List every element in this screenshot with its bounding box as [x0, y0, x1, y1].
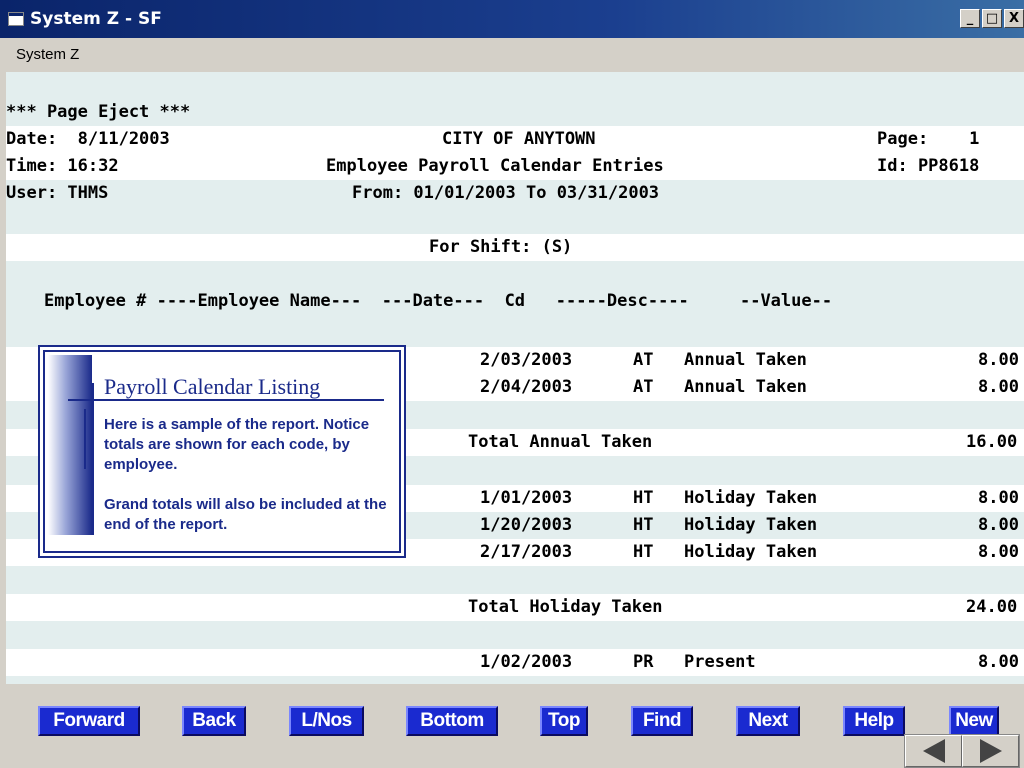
row-desc: Annual Taken	[684, 377, 807, 397]
slide-nav	[904, 734, 1020, 768]
row-code: HT	[633, 542, 654, 562]
row-value: 8.00	[978, 515, 1019, 535]
column-header: Employee # ----Employee Name--- ---Date-…	[44, 291, 833, 311]
row-date: 2/03/2003	[480, 350, 573, 370]
row-value: 8.00	[978, 542, 1019, 562]
callout-vertical-line	[92, 383, 94, 535]
next-slide-icon	[979, 739, 1002, 763]
maximize-button[interactable]: □	[982, 9, 1002, 28]
menu-system[interactable]: System Z	[16, 46, 79, 63]
total-label: Total Holiday Taken	[468, 597, 663, 617]
row-value: 8.00	[978, 488, 1019, 508]
total-value: 16.00	[966, 432, 1018, 452]
row-date: 2/04/2003	[480, 377, 573, 397]
column-header-line: Employee # ----Employee Name--- ---Date-…	[6, 288, 1024, 315]
total-row: Total Holiday Taken 24.00	[6, 594, 1024, 621]
next-button[interactable]: Next	[736, 706, 800, 736]
menu-bar: System Z	[0, 38, 1024, 71]
find-button[interactable]: Find	[631, 706, 693, 736]
row-code: AT	[633, 377, 654, 397]
row-code: HT	[633, 488, 654, 508]
window-icon	[8, 12, 24, 26]
prev-slide-button[interactable]	[905, 735, 962, 767]
row-code: HT	[633, 515, 654, 535]
minimize-button[interactable]: _	[960, 9, 980, 28]
row-desc: Holiday Taken	[684, 542, 818, 562]
row-desc: Holiday Taken	[684, 488, 818, 508]
help-button[interactable]: Help	[843, 706, 905, 736]
title-bar: System Z - SF _ □ X	[0, 0, 1024, 38]
header-line-3: User: THMS From: 01/01/2003 To 03/31/200…	[6, 180, 1024, 207]
close-button[interactable]: X	[1004, 9, 1024, 28]
row-desc: Holiday Taken	[684, 515, 818, 535]
row-desc: Annual Taken	[684, 350, 807, 370]
callout-vertical-line	[84, 409, 86, 469]
report-time: Time: 16:32	[6, 156, 119, 176]
shift-line: For Shift: (S)	[6, 234, 1024, 261]
row-value: 8.00	[978, 350, 1019, 370]
callout-paragraph: Here is a sample of the report. Notice t…	[104, 416, 370, 473]
report-id: Id: PP8618	[877, 156, 980, 176]
page-eject-line: *** Page Eject ***	[6, 99, 1024, 126]
new-button[interactable]: New	[949, 706, 999, 736]
function-key-bar: Forward Back L/Nos Bottom Top Find Next …	[0, 706, 1024, 738]
report-title: Employee Payroll Calendar Entries	[326, 156, 664, 176]
lnos-button[interactable]: L/Nos	[289, 706, 364, 736]
row-date: 1/02/2003	[480, 652, 573, 672]
callout-paragraph: Grand totals will also be included at th…	[104, 496, 387, 533]
row-value: 8.00	[978, 652, 1019, 672]
header-line-2: Time: 16:32 Employee Payroll Calendar En…	[6, 153, 1024, 180]
top-button[interactable]: Top	[540, 706, 588, 736]
row-desc: Present	[684, 652, 756, 672]
page-eject-text: *** Page Eject ***	[6, 102, 191, 122]
report-shift: For Shift: (S)	[429, 237, 573, 257]
row-code: AT	[633, 350, 654, 370]
prev-slide-icon	[922, 739, 945, 763]
report-range: From: 01/01/2003 To 03/31/2003	[352, 183, 660, 203]
window-title: System Z - SF	[30, 9, 162, 29]
next-slide-button[interactable]	[962, 735, 1019, 767]
bottom-button[interactable]: Bottom	[406, 706, 498, 736]
row-date: 2/17/2003	[480, 542, 573, 562]
callout-title: Payroll Calendar Listing	[104, 374, 321, 399]
report-date: Date: 8/11/2003	[6, 129, 170, 149]
callout-box: Payroll Calendar Listing Here is a sampl…	[38, 345, 406, 558]
back-button[interactable]: Back	[182, 706, 246, 736]
table-row: 1/02/2003 PR Present 8.00	[6, 649, 1024, 676]
forward-button[interactable]: Forward	[38, 706, 140, 736]
row-date: 1/20/2003	[480, 515, 573, 535]
report-user: User: THMS	[6, 183, 109, 203]
total-label: Total Annual Taken	[468, 432, 653, 452]
report-page: Page: 1	[877, 129, 980, 149]
row-value: 8.00	[978, 377, 1019, 397]
header-line-1: Date: 8/11/2003 CITY OF ANYTOWN Page: 1	[6, 126, 1024, 153]
callout-body: Here is a sample of the report. Notice t…	[104, 415, 394, 555]
report-city: CITY OF ANYTOWN	[442, 129, 596, 149]
total-value: 24.00	[966, 597, 1018, 617]
row-code: PR	[633, 652, 654, 672]
window-controls: _ □ X	[960, 9, 1024, 28]
row-date: 1/01/2003	[480, 488, 573, 508]
